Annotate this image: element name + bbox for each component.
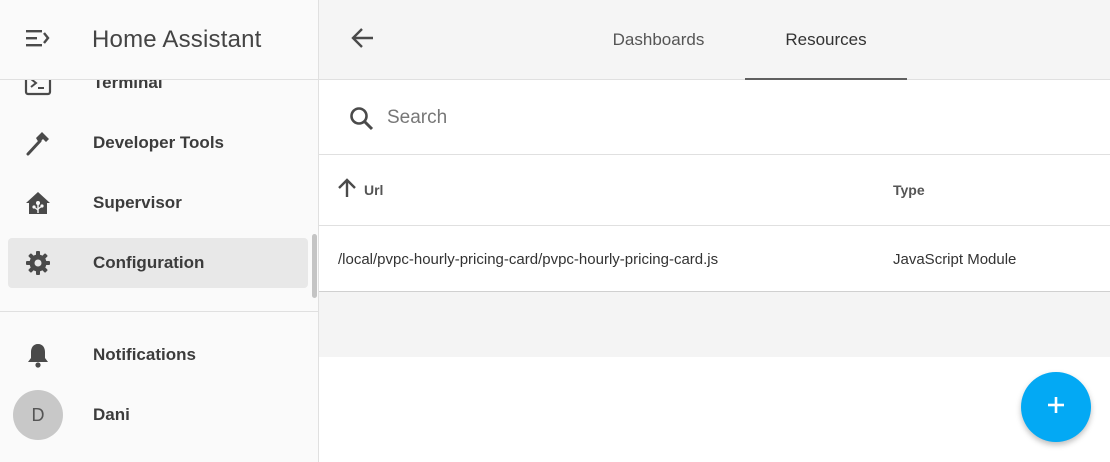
gear-icon: [22, 250, 54, 276]
arrow-left-icon: [350, 26, 376, 55]
tab-label: Resources: [785, 30, 867, 49]
sidebar: Terminal Developer Tools Supervisor Conf…: [0, 0, 319, 462]
menu-button[interactable]: [22, 26, 54, 54]
tab-label: Dashboards: [612, 30, 705, 49]
search-icon: [349, 106, 375, 132]
search-input[interactable]: [387, 102, 1087, 134]
resources-panel: Url Type /local/pvpc-hourly-pricing-card…: [319, 80, 1110, 462]
sidebar-item-supervisor[interactable]: Supervisor: [8, 178, 308, 228]
cell-url: /local/pvpc-hourly-pricing-card/pvpc-hou…: [338, 251, 719, 268]
sidebar-item-developer-tools[interactable]: Developer Tools: [8, 118, 308, 168]
sidebar-item-label: Supervisor: [93, 193, 182, 212]
add-resource-button[interactable]: [1021, 372, 1091, 442]
sidebar-item-configuration[interactable]: Configuration: [8, 238, 308, 288]
sidebar-header: Home Assistant: [0, 0, 318, 80]
sort-ascending-icon: [336, 177, 358, 204]
table-footer-spacer: [319, 292, 1110, 357]
plus-icon: [1045, 394, 1067, 421]
column-header-type[interactable]: Type: [893, 182, 925, 198]
sidebar-item-label: Configuration: [93, 253, 205, 272]
sidebar-item-notifications[interactable]: Notifications: [8, 330, 308, 380]
user-name: Dani: [93, 405, 130, 424]
sidebar-scrollbar[interactable]: [312, 234, 317, 298]
column-label-url: Url: [364, 182, 384, 198]
home-assistant-icon: [22, 190, 54, 216]
app-root: Terminal Developer Tools Supervisor Conf…: [0, 0, 1110, 462]
sidebar-item-label: Developer Tools: [93, 133, 224, 152]
column-header-url[interactable]: Url: [336, 177, 383, 203]
menu-open-icon: [25, 28, 51, 53]
app-title: Home Assistant: [92, 26, 262, 53]
bell-icon: [22, 342, 54, 368]
hammer-icon: [22, 130, 54, 156]
table-row[interactable]: /local/pvpc-hourly-pricing-card/pvpc-hou…: [319, 226, 1110, 292]
cell-type: JavaScript Module: [893, 251, 1017, 268]
avatar[interactable]: D: [13, 390, 63, 440]
search-bar: [319, 80, 1110, 155]
table-header: Url Type: [319, 155, 1110, 226]
top-bar: Dashboards Resources: [319, 0, 1110, 81]
tab-resources[interactable]: Resources: [745, 0, 907, 81]
tab-dashboards[interactable]: Dashboards: [591, 0, 726, 80]
sidebar-item-label: Notifications: [93, 345, 196, 364]
back-button[interactable]: [347, 24, 379, 56]
sidebar-divider: [0, 311, 318, 312]
